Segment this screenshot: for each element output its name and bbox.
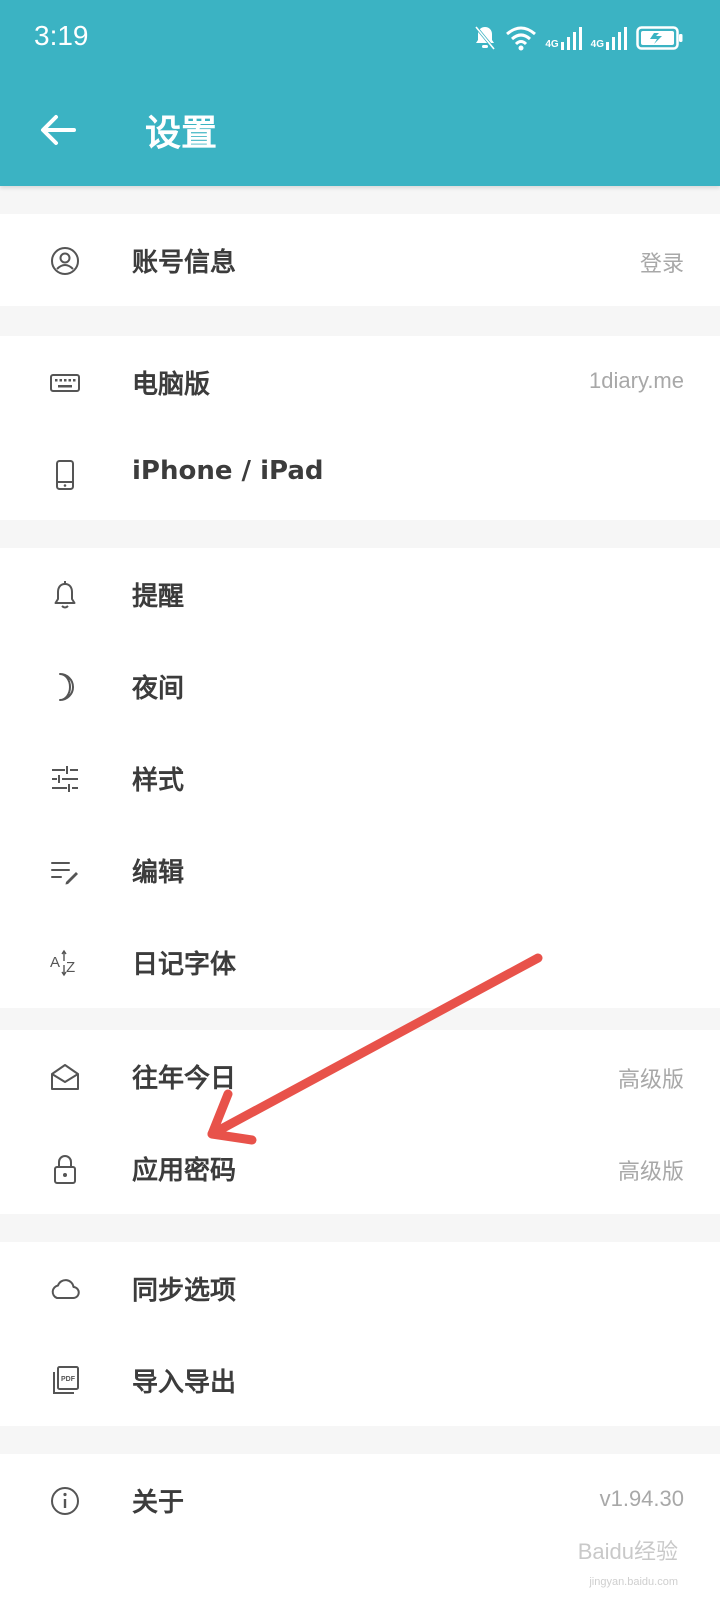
settings-row-label: 编辑 xyxy=(132,858,185,888)
settings-row-label: 样式 xyxy=(132,766,185,796)
settings-row-value: 1diary.me xyxy=(589,368,684,393)
status-icons: 4G 4G xyxy=(473,20,684,56)
settings-row-value: 登录 xyxy=(639,251,684,276)
info-icon xyxy=(51,1487,79,1515)
settings-row-label: 导入导出 xyxy=(132,1368,237,1398)
page-title: 设置 xyxy=(145,113,218,154)
watermark: Baidu经验 xyxy=(577,1539,678,1564)
settings-row-account[interactable]: 账号信息 登录 xyxy=(0,214,720,306)
settings-group-data: 同步选项 PDF 导入导出 xyxy=(0,1242,720,1426)
signal-2-icon: 4G xyxy=(591,26,628,50)
bell-off-icon xyxy=(475,26,496,50)
settings-group-devices: 电脑版 1diary.me iPhone / iPad xyxy=(0,336,720,520)
settings-row-value: 高级版 xyxy=(617,1067,684,1092)
network-type-2: 4G xyxy=(590,39,604,50)
settings-group-appearance: 提醒 夜间 样式 编辑 A Z 日记字体 xyxy=(0,548,720,1008)
settings-row-label: 往年今日 xyxy=(132,1064,237,1094)
settings-row-label: 提醒 xyxy=(132,582,185,612)
svg-text:A: A xyxy=(50,954,60,971)
settings-row-on-this-day[interactable]: 往年今日 高级版 xyxy=(0,1030,720,1122)
mail-open-icon xyxy=(51,1064,79,1090)
settings-row-edit[interactable]: 编辑 xyxy=(0,824,720,916)
settings-group-account: 账号信息 登录 xyxy=(0,214,720,306)
battery-charging-icon xyxy=(636,26,683,50)
settings-row-night[interactable]: 夜间 xyxy=(0,640,720,732)
wifi-icon xyxy=(506,26,537,51)
settings-row-label: iPhone / iPad xyxy=(132,456,324,486)
svg-text:PDF: PDF xyxy=(61,1376,76,1383)
cloud-icon xyxy=(51,1279,80,1299)
sliders-icon xyxy=(52,766,78,792)
svg-text:Z: Z xyxy=(66,959,75,976)
settings-row-label: 账号信息 xyxy=(132,248,237,278)
settings-row-label: 同步选项 xyxy=(132,1276,237,1306)
keyboard-icon xyxy=(50,374,80,392)
settings-row-reminder[interactable]: 提醒 xyxy=(0,548,720,640)
settings-row-label: 应用密码 xyxy=(132,1156,237,1186)
signal-1-icon: 4G xyxy=(545,26,582,50)
app-header: 3:19 4G 4G 设置 xyxy=(0,0,720,186)
edit-lines-icon xyxy=(51,862,78,885)
account-circle-icon xyxy=(51,247,79,275)
settings-row-desktop[interactable]: 电脑版 1diary.me xyxy=(0,336,720,428)
status-time: 3:19 xyxy=(34,20,89,51)
settings-row-label: 关于 xyxy=(132,1488,185,1518)
status-bar: 3:19 4G 4G xyxy=(0,0,720,78)
settings-row-font[interactable]: A Z 日记字体 xyxy=(0,916,720,1008)
settings-row-sync[interactable]: 同步选项 xyxy=(0,1242,720,1334)
font-az-icon: A Z xyxy=(50,949,75,977)
settings-row-label: 夜间 xyxy=(132,674,185,704)
settings-row-value: 高级版 xyxy=(617,1159,684,1184)
settings-row-iphone[interactable]: iPhone / iPad xyxy=(0,428,720,520)
settings-row-label: 日记字体 xyxy=(132,950,237,980)
watermark-url: jingyan.baidu.com xyxy=(589,1576,678,1588)
settings-group-premium: 往年今日 高级版 应用密码 高级版 xyxy=(0,1030,720,1214)
phone-icon xyxy=(56,460,74,490)
settings-row-import-export[interactable]: PDF 导入导出 xyxy=(0,1334,720,1426)
app-bar: 设置 xyxy=(0,78,720,186)
moon-icon xyxy=(59,673,74,701)
settings-row-app-password[interactable]: 应用密码 高级版 xyxy=(0,1122,720,1214)
settings-row-about[interactable]: 关于 v1.94.30 xyxy=(0,1454,720,1546)
network-type-1: 4G xyxy=(545,39,559,50)
settings-row-value: v1.94.30 xyxy=(599,1486,684,1511)
pdf-icon: PDF xyxy=(53,1366,79,1394)
bell-icon xyxy=(54,581,76,609)
lock-icon xyxy=(54,1155,76,1184)
back-arrow-icon[interactable] xyxy=(34,106,82,154)
settings-row-label: 电脑版 xyxy=(132,370,211,400)
settings-row-style[interactable]: 样式 xyxy=(0,732,720,824)
